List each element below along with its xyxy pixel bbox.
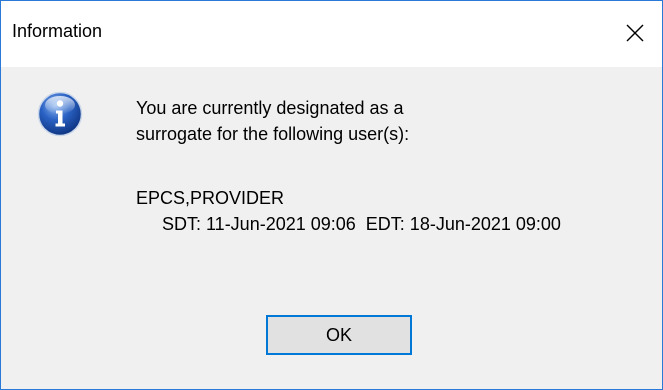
close-button[interactable] [617, 15, 653, 51]
message-line-2: surrogate for the following user(s): [136, 124, 410, 144]
title-bar[interactable]: Information [1, 1, 662, 67]
dialog-title: Information [12, 21, 103, 41]
information-icon [37, 91, 83, 137]
message-line-1: You are currently designated as a [136, 98, 404, 118]
ok-button[interactable]: OK [266, 315, 412, 355]
information-dialog: Information You are currently designated… [0, 0, 663, 390]
surrogate-user-name: EPCS,PROVIDER [136, 188, 285, 208]
message-text: You are currently designated as a surrog… [136, 95, 409, 147]
end-date: EDT: 18-Jun-2021 09:00 [365, 214, 561, 234]
start-date: SDT: 11-Jun-2021 09:06 [162, 214, 356, 234]
surrogate-dates: SDT: 11-Jun-2021 09:06 EDT: 18-Jun-2021 0… [162, 211, 561, 237]
ok-button-label: OK [325, 324, 352, 345]
dialog-body: You are currently designated as a surrog… [1, 67, 662, 389]
close-icon [617, 15, 653, 51]
